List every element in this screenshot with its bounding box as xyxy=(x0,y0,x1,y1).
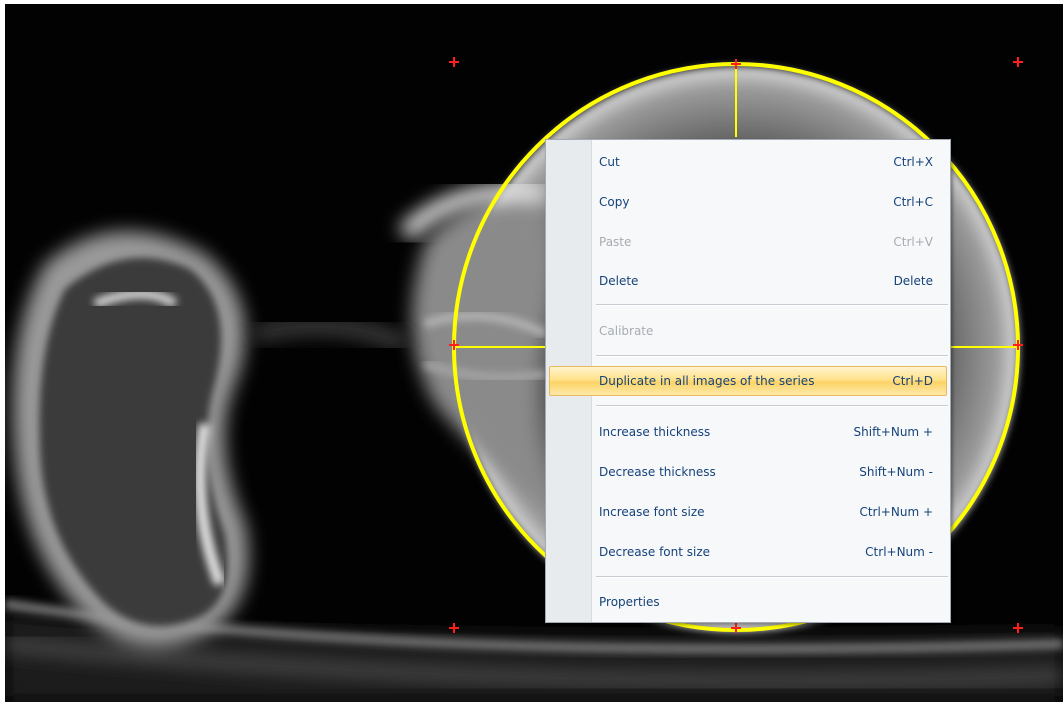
menu-item-label: Copy xyxy=(599,195,630,209)
menu-item-decrease-font-size[interactable]: Decrease font size Ctrl+Num - xyxy=(549,537,947,567)
menu-item-shortcut: Ctrl+Num - xyxy=(865,545,933,559)
menu-item-duplicate-in-series[interactable]: Duplicate in all images of the series Ct… xyxy=(549,366,947,396)
control-point-top-left xyxy=(449,57,459,67)
menu-item-label: Increase thickness xyxy=(599,425,711,439)
control-point-top-right xyxy=(1013,57,1023,67)
menu-item-label: Duplicate in all images of the series xyxy=(599,374,815,388)
menu-item-increase-font-size[interactable]: Increase font size Ctrl+Num + xyxy=(549,497,947,527)
menu-item-shortcut: Ctrl+D xyxy=(892,374,933,388)
menu-item-properties[interactable]: Properties xyxy=(549,587,947,617)
menu-separator xyxy=(596,304,948,306)
control-point-bottom-left xyxy=(449,623,459,633)
menu-item-label: Increase font size xyxy=(599,505,705,519)
menu-item-shortcut: Delete xyxy=(893,274,933,288)
context-menu: Cut Ctrl+X Copy Ctrl+C Paste Ctrl+V Dele… xyxy=(545,139,951,623)
menu-item-cut[interactable]: Cut Ctrl+X xyxy=(549,147,947,177)
menu-item-decrease-thickness[interactable]: Decrease thickness Shift+Num - xyxy=(549,457,947,487)
menu-separator xyxy=(596,405,948,407)
menu-item-label: Decrease font size xyxy=(599,545,711,559)
menu-item-label: Decrease thickness xyxy=(599,465,716,479)
menu-item-label: Calibrate xyxy=(599,324,654,338)
menu-item-shortcut: Ctrl+X xyxy=(893,155,933,169)
menu-item-shortcut: Ctrl+Num + xyxy=(859,505,933,519)
menu-item-label: Paste xyxy=(599,235,632,249)
menu-item-calibrate[interactable]: Calibrate xyxy=(549,316,947,346)
menu-item-paste[interactable]: Paste Ctrl+V xyxy=(549,227,947,257)
control-point-bottom-right xyxy=(1013,623,1023,633)
menu-item-delete[interactable]: Delete Delete xyxy=(549,266,947,296)
menu-item-label: Delete xyxy=(599,274,639,288)
menu-separator xyxy=(596,576,948,578)
menu-item-shortcut: Shift+Num - xyxy=(859,465,933,479)
menu-item-increase-thickness[interactable]: Increase thickness Shift+Num + xyxy=(549,417,947,447)
menu-item-shortcut: Ctrl+V xyxy=(893,235,933,249)
menu-item-label: Cut xyxy=(599,155,620,169)
menu-item-shortcut: Shift+Num + xyxy=(853,425,933,439)
menu-item-shortcut: Ctrl+C xyxy=(893,195,933,209)
menu-item-copy[interactable]: Copy Ctrl+C xyxy=(549,187,947,217)
menu-separator xyxy=(596,355,948,357)
menu-item-label: Properties xyxy=(599,595,660,609)
